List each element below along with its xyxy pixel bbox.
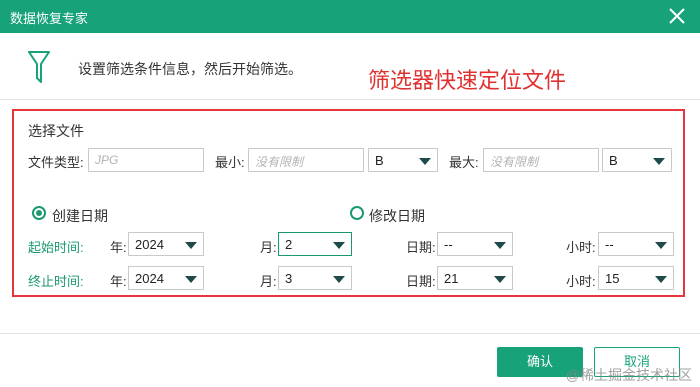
watermark: @稀土掘金技术社区 — [565, 367, 692, 383]
end-month-value: 3 — [285, 271, 293, 286]
chevron-down-icon — [185, 242, 197, 249]
end-hour-label: 小时: — [566, 274, 596, 289]
header-description: 设置筛选条件信息，然后开始筛选。 — [78, 61, 302, 77]
start-hour-label: 小时: — [566, 240, 596, 255]
created-date-radio[interactable] — [32, 206, 46, 220]
window-title: 数据恢复专家 — [10, 11, 89, 26]
chevron-down-icon — [333, 242, 345, 249]
min-size-input[interactable]: 没有限制 — [248, 148, 364, 172]
start-hour-value: -- — [605, 237, 614, 252]
end-day-label: 日期: — [406, 274, 436, 289]
dialog-header: 设置筛选条件信息，然后开始筛选。 筛选器快速定位文件 — [0, 33, 700, 100]
title-bar: 数据恢复专家 — [0, 0, 700, 33]
start-year-value: 2024 — [135, 237, 164, 252]
chevron-down-icon — [655, 242, 667, 249]
file-type-label: 文件类型: — [28, 155, 84, 170]
start-day-select[interactable]: -- — [437, 232, 513, 256]
max-size-label: 最大: — [449, 155, 479, 170]
chevron-down-icon — [185, 276, 197, 283]
chevron-down-icon — [653, 158, 665, 165]
created-date-label[interactable]: 创建日期 — [52, 206, 108, 226]
min-size-label: 最小: — [215, 155, 245, 170]
annotation-text: 筛选器快速定位文件 — [368, 68, 567, 93]
close-icon[interactable] — [666, 4, 688, 28]
max-size-unit-select[interactable]: B — [602, 148, 672, 172]
chevron-down-icon — [419, 158, 431, 165]
end-month-select[interactable]: 3 — [278, 266, 352, 290]
end-month-label: 月: — [260, 274, 277, 289]
end-day-select[interactable]: 21 — [437, 266, 513, 290]
end-year-value: 2024 — [135, 271, 164, 286]
chevron-down-icon — [494, 276, 506, 283]
min-size-unit-value: B — [375, 153, 384, 168]
start-hour-select[interactable]: -- — [598, 232, 674, 256]
end-hour-select[interactable]: 15 — [598, 266, 674, 290]
end-time-label: 终止时间: — [28, 274, 84, 289]
modified-date-label[interactable]: 修改日期 — [369, 206, 425, 226]
modified-date-radio[interactable] — [350, 206, 364, 220]
file-type-input[interactable]: JPG — [88, 148, 204, 172]
start-year-select[interactable]: 2024 — [128, 232, 204, 256]
min-size-unit-select[interactable]: B — [368, 148, 438, 172]
max-size-unit-value: B — [609, 153, 618, 168]
section-title: 选择文件 — [28, 123, 84, 139]
start-day-value: -- — [444, 237, 453, 252]
end-hour-value: 15 — [605, 271, 620, 286]
start-day-label: 日期: — [406, 240, 436, 255]
chevron-down-icon — [655, 276, 667, 283]
end-year-select[interactable]: 2024 — [128, 266, 204, 290]
funnel-icon — [28, 51, 50, 83]
start-month-value: 2 — [285, 237, 293, 252]
start-time-label: 起始时间: — [28, 240, 84, 255]
end-year-label: 年: — [110, 274, 127, 289]
footer-divider — [0, 333, 700, 334]
start-month-select[interactable]: 2 — [278, 232, 352, 256]
end-day-value: 21 — [444, 271, 459, 286]
start-month-label: 月: — [260, 240, 277, 255]
chevron-down-icon — [333, 276, 345, 283]
start-year-label: 年: — [110, 240, 127, 255]
max-size-input[interactable]: 没有限制 — [483, 148, 599, 172]
header-divider — [0, 99, 700, 100]
chevron-down-icon — [494, 242, 506, 249]
